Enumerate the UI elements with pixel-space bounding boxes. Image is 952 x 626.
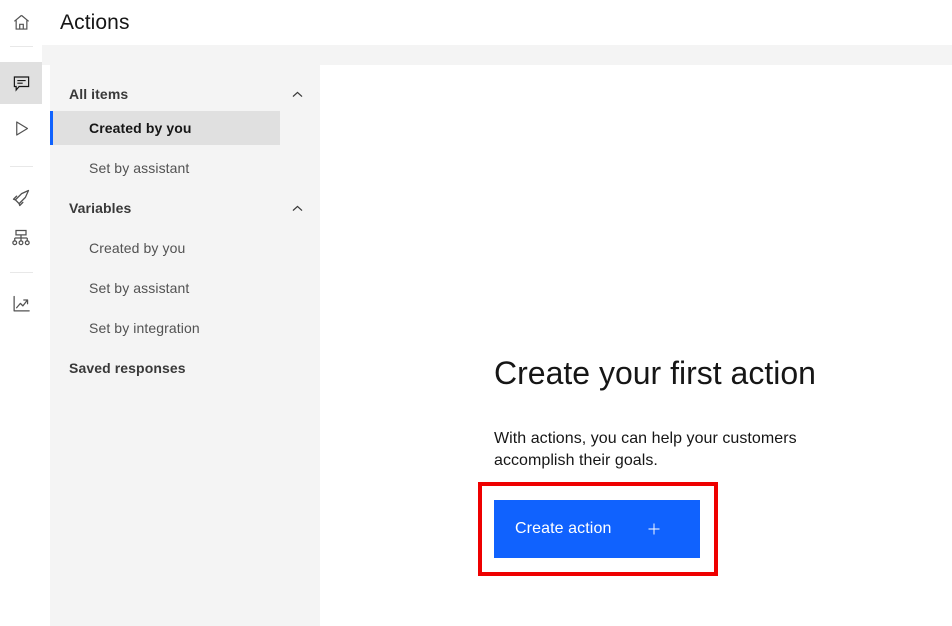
- rail-divider: [10, 166, 33, 167]
- sidebar-item-integrations[interactable]: [0, 217, 42, 259]
- rocket-icon: [11, 188, 31, 208]
- sidebar-item-label: Created by you: [89, 240, 185, 256]
- empty-state-heading: Create your first action: [494, 353, 914, 393]
- create-action-button[interactable]: Create action: [494, 500, 700, 558]
- nav-group-label: Variables: [69, 200, 131, 216]
- nav-group-all-items[interactable]: All items: [50, 77, 320, 111]
- sidebar-item-variables-created-by-you[interactable]: Created by you: [50, 231, 280, 265]
- nav-group-label: All items: [69, 86, 128, 102]
- app-header: Actions: [0, 0, 952, 45]
- play-icon: [12, 119, 31, 138]
- sidebar-item-publish[interactable]: [0, 177, 42, 219]
- icon-rail: [0, 45, 42, 626]
- chevron-up-icon[interactable]: [291, 202, 304, 215]
- nav-group-label: Saved responses: [69, 360, 186, 376]
- secondary-sidebar: All items Created by you Set by assistan…: [50, 65, 320, 626]
- chevron-up-icon[interactable]: [291, 88, 304, 101]
- home-icon[interactable]: [12, 13, 31, 32]
- rail-divider: [10, 46, 33, 47]
- empty-state: Create your first action With actions, y…: [494, 353, 914, 472]
- sidebar-item-all-set-by-assistant[interactable]: Set by assistant: [50, 151, 280, 185]
- header-gray-band: [0, 45, 952, 65]
- sidebar-item-analytics[interactable]: [0, 283, 42, 325]
- chat-icon: [12, 74, 31, 93]
- sitemap-icon: [11, 228, 31, 248]
- sidebar-item-variables-set-by-assistant[interactable]: Set by assistant: [50, 271, 280, 305]
- sidebar-item-variables-set-by-integration[interactable]: Set by integration: [50, 311, 280, 345]
- page-title: Actions: [60, 11, 130, 35]
- empty-state-description: With actions, you can help your customer…: [494, 393, 844, 472]
- plus-icon: [646, 521, 684, 537]
- home-rail-slot: [0, 0, 42, 45]
- sidebar-item-assistant[interactable]: [0, 62, 42, 104]
- create-action-label: Create action: [510, 520, 611, 538]
- sidebar-item-preview[interactable]: [0, 107, 42, 149]
- nav-group-variables[interactable]: Variables: [50, 191, 320, 225]
- nav-top-spacer: [50, 65, 320, 77]
- sidebar-item-saved-responses[interactable]: Saved responses: [50, 351, 320, 385]
- sidebar-item-label: Created by you: [89, 120, 192, 136]
- analytics-icon: [11, 294, 31, 314]
- sidebar-item-label: Set by integration: [89, 320, 200, 336]
- sidebar-item-label: Set by assistant: [89, 160, 189, 176]
- rail-divider: [10, 272, 33, 273]
- sidebar-item-all-created-by-you[interactable]: Created by you: [50, 111, 280, 145]
- sidebar-item-label: Set by assistant: [89, 280, 189, 296]
